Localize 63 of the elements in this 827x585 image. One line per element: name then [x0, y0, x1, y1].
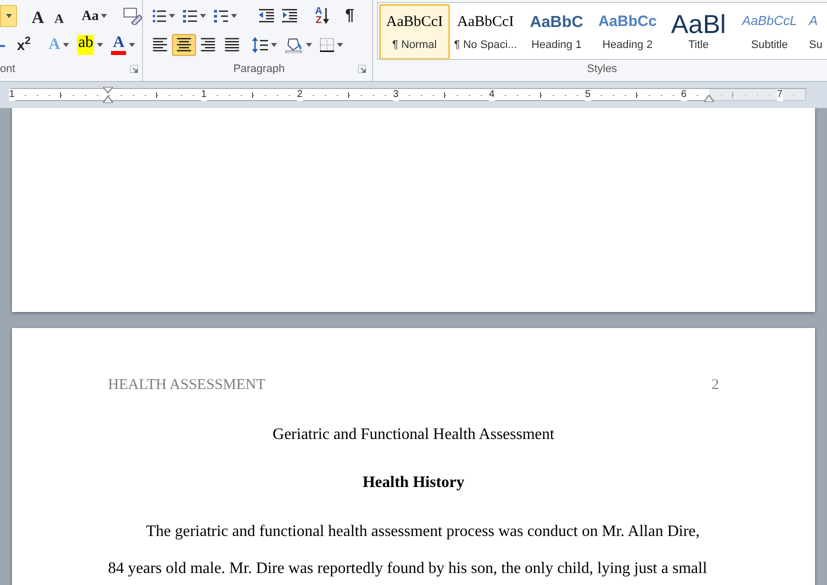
- dialog-launcher-icon: [130, 64, 138, 73]
- down-arrow-icon: [323, 8, 330, 24]
- ruler-number: 4: [489, 89, 495, 101]
- numbered-list-icon: [183, 9, 197, 23]
- align-center-button[interactable]: [172, 34, 196, 56]
- font-color-button[interactable]: A: [111, 35, 126, 55]
- body-paragraph: The geriatric and functional health assessment process was conduct on Mr. Allan Dire, 84 years old male. Mr. Dire was reportedly found by his son, the only child, lying just a small: [108, 522, 708, 578]
- align-center-icon: [177, 38, 191, 52]
- style-gallery-item[interactable]: AaBl Title: [663, 4, 734, 59]
- style-gallery-item[interactable]: AaBbCcI ¶ No Spaci...: [450, 4, 521, 59]
- ruler-number: 2: [297, 89, 303, 101]
- superscript-button[interactable]: x$^{2}$: [17, 34, 31, 56]
- align-right-icon: [201, 38, 215, 52]
- caret-icon: [63, 43, 70, 47]
- style-gallery-item[interactable]: AaBbCcI ¶ Normal: [379, 4, 450, 59]
- multilevel-list-icon: [214, 9, 228, 23]
- style-gallery-item[interactable]: AaBbC Heading 1: [521, 4, 592, 59]
- caret-icon: [231, 14, 237, 18]
- grow-font-button[interactable]: A: [27, 5, 49, 27]
- caret-icon: [271, 43, 277, 47]
- bullet-list-icon: [152, 9, 166, 23]
- ruler-number: 1: [9, 89, 15, 101]
- ruler-number: 6: [681, 89, 687, 101]
- style-gallery-item[interactable]: AaBbCc Heading 2: [592, 4, 663, 59]
- ruler[interactable]: 1 1 2 3 4 5 6 7: [11, 88, 806, 101]
- group-label: Styles: [587, 62, 617, 76]
- borders-icon: [320, 38, 334, 52]
- caret-icon: [169, 14, 175, 18]
- caret-icon: [200, 14, 206, 18]
- indent-marker-icon: [103, 87, 113, 103]
- align-left-icon: [153, 38, 167, 52]
- document-title: Geriatric and Functional Health Assessment: [272, 424, 556, 444]
- caret-icon: [337, 43, 343, 47]
- style-gallery-item[interactable]: AaBbCcL Subtitle: [734, 4, 805, 59]
- paint-bucket-icon: [285, 37, 303, 53]
- dialog-launcher-icon: [358, 64, 366, 73]
- justify-icon: [225, 38, 239, 52]
- group-label: Paragraph: [232, 62, 285, 76]
- subscript-icon: [0, 42, 5, 48]
- group-label: ont: [0, 62, 16, 76]
- sort-button[interactable]: A Z: [315, 7, 330, 25]
- right-indent-marker-icon: [704, 95, 714, 102]
- change-case-button[interactable]: Aa: [82, 6, 99, 26]
- section-heading: Health History: [362, 472, 466, 492]
- ruler-number: 7: [777, 89, 783, 101]
- increase-indent-icon: [282, 9, 297, 23]
- caret-icon: [306, 43, 312, 47]
- ruler-number: 5: [585, 89, 591, 101]
- show-formatting-button[interactable]: ¶: [345, 4, 354, 28]
- caret-icon: [97, 43, 104, 47]
- clear-formatting-icon: [122, 7, 142, 25]
- shrink-font-button[interactable]: A: [48, 5, 70, 27]
- ruler-number: 3: [393, 89, 399, 101]
- style-gallery-item[interactable]: A Su: [805, 4, 827, 59]
- caret-icon: [129, 43, 136, 47]
- caret-icon: [6, 14, 12, 18]
- running-header: HEALTH ASSESSMENT: [108, 376, 266, 395]
- caret-icon: [100, 14, 107, 18]
- ruler-number: 1: [201, 89, 207, 101]
- font-size-dropdown[interactable]: [0, 5, 18, 27]
- decrease-indent-icon: [259, 9, 274, 23]
- line-spacing-icon: [252, 37, 268, 53]
- page-number: 2: [712, 376, 719, 395]
